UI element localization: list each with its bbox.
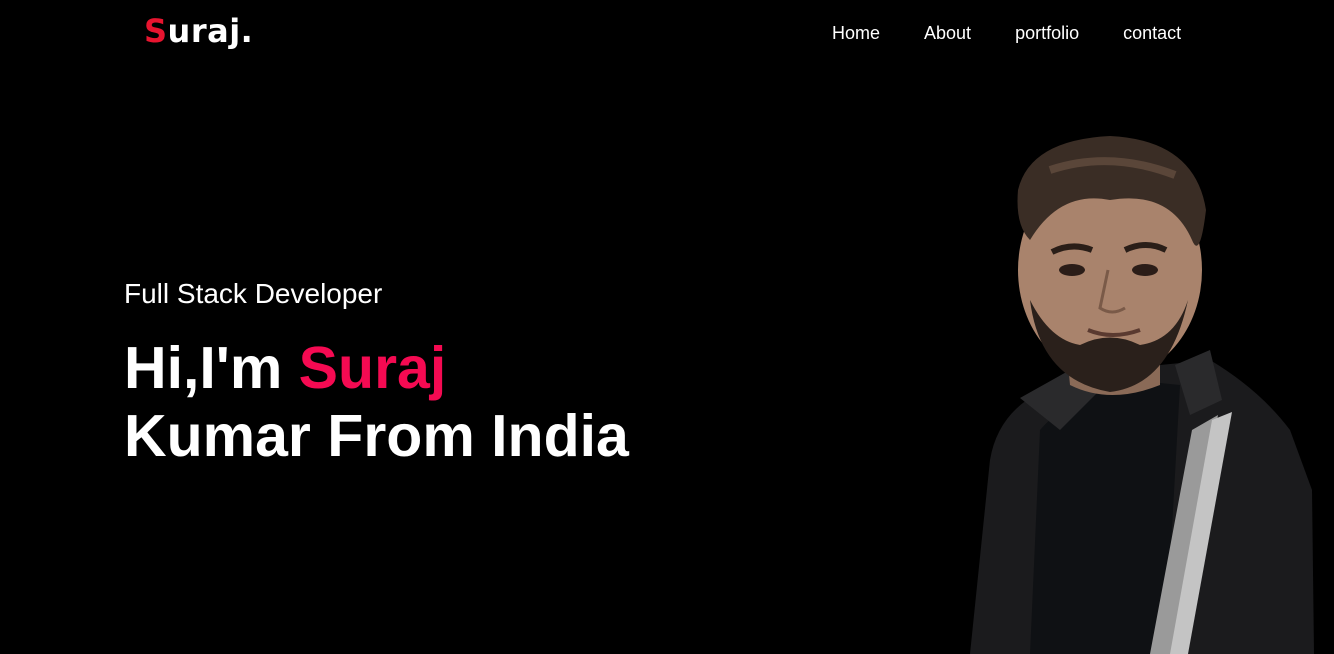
- hero-name: Suraj: [298, 335, 447, 401]
- nav-contact-link[interactable]: contact: [1123, 23, 1181, 44]
- hero-greeting: Hi,I'm: [124, 335, 299, 401]
- nav-about-link[interactable]: About: [924, 23, 971, 44]
- hero-headline: Hi,I'm Suraj Kumar From India: [124, 334, 629, 470]
- nav-home-link[interactable]: Home: [832, 23, 880, 44]
- logo-text: uraj.: [167, 12, 254, 50]
- main-nav: Home About portfolio contact: [832, 23, 1181, 44]
- hero-line2: Kumar From India: [124, 403, 629, 469]
- page: Suraj. Home About portfolio contact Full…: [0, 0, 1334, 654]
- portrait-right-eye: [1132, 264, 1158, 276]
- logo[interactable]: Suraj.: [144, 12, 253, 50]
- hero-subtitle: Full Stack Developer: [124, 278, 383, 309]
- nav-portfolio-link[interactable]: portfolio: [1015, 23, 1079, 44]
- portrait-left-eye: [1059, 264, 1085, 276]
- portrait-image: [970, 136, 1314, 654]
- logo-initial: S: [144, 12, 168, 50]
